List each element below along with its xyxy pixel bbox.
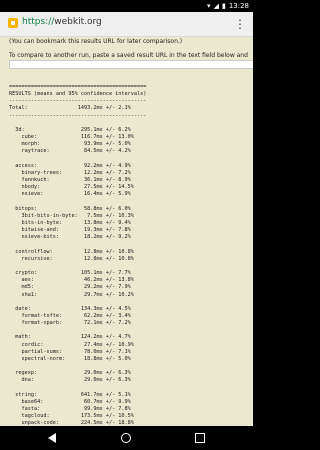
wifi-icon: ▾ [207, 2, 211, 10]
results-line: fannkuch: 36.1ms +/- 8.9% [9, 177, 131, 184]
results-line: raytrace: 84.5ms +/- 4.2% [9, 148, 131, 155]
results-line: format-tofte: 62.2ms +/- 3.4% [9, 313, 131, 319]
results-line: format-xparb: 72.1ms +/- 7.2% [9, 320, 131, 327]
results-line: ----------------------------------------… [9, 98, 147, 105]
system-nav-bar [0, 426, 253, 450]
results-line: bitwise-and: 19.3ms +/- 7.8% [9, 227, 131, 234]
url-scheme: https:// [22, 17, 55, 27]
results-line: aes: 46.2ms +/- 13.8% [9, 277, 134, 284]
results-line: nbody: 27.5ms +/- 14.5% [9, 184, 134, 191]
results-line: ========================================… [9, 84, 147, 90]
battery-icon: ▮ [221, 2, 226, 10]
results-line: ----------------------------------------… [9, 112, 147, 119]
results-line: string: 641.7ms +/- 5.1% [9, 391, 131, 398]
results-line: cordic: 27.4ms +/- 10.9% [9, 341, 134, 348]
results-line: date: 134.3ms +/- 4.5% [9, 305, 131, 312]
recents-icon[interactable] [195, 433, 205, 443]
results-line: dna: 29.0ms +/- 6.3% [9, 377, 131, 384]
results-line: regexp: 29.0ms +/- 6.3% [9, 370, 131, 377]
status-icons: ▾ ◢ ▮ 13:28 [207, 1, 249, 11]
results-line: nsieve-bits: 18.2ms +/- 9.2% [9, 234, 131, 241]
results-line: binary-trees: 12.2ms +/- 7.2% [9, 169, 131, 176]
results-line: controlflow: 12.8ms +/- 10.8% [9, 248, 134, 255]
results-line: cube: 116.7ms +/- 13.0% [9, 134, 134, 141]
compare-prompt: To compare to another run, paste a saved… [9, 52, 248, 59]
results-line: fasta: 99.9ms +/- 7.8% [9, 406, 131, 413]
overflow-menu-icon[interactable]: ⋮ [233, 15, 247, 33]
home-icon[interactable] [121, 433, 131, 443]
results-line: base64: 60.7ms +/- 9.9% [9, 398, 131, 405]
results-line: bits-in-byte: 13.8ms +/- 9.4% [9, 219, 131, 226]
url-text[interactable]: https://webkit.org [22, 17, 102, 27]
compare-url-input[interactable] [9, 60, 253, 69]
browser-address-bar[interactable]: https://webkit.org ⋮ [0, 12, 253, 37]
results-line: access: 92.2ms +/- 4.9% [9, 162, 131, 169]
results-line: math: 124.2ms +/- 4.7% [9, 334, 131, 341]
results-line: crypto: 105.1ms +/- 7.7% [9, 270, 131, 277]
results-line: partial-sums: 78.0ms +/- 7.1% [9, 348, 131, 355]
results-line: md5: 29.2ms +/- 7.9% [9, 284, 131, 291]
bookmark-note: (You can bookmark this results URL for l… [9, 38, 183, 45]
results-line: 3d: 295.1ms +/- 6.2% [9, 126, 131, 133]
results-line: bitops: 58.8ms +/- 6.0% [9, 205, 131, 212]
results-line: 3bit-bits-in-byte: 7.5ms +/- 10.3% [9, 212, 134, 219]
status-time: 13:28 [228, 2, 249, 10]
status-bar: ▾ ◢ ▮ 13:28 [0, 0, 253, 12]
results-line: nsieve: 16.4ms +/- 5.9% [9, 191, 131, 198]
results-line: tagcloud: 173.5ms +/- 10.5% [9, 413, 134, 420]
page-content: (You can bookmark this results URL for l… [0, 37, 253, 426]
results-line: morph: 93.9ms +/- 5.0% [9, 141, 131, 148]
results-line: Total: 1493.2ms +/- 2.1% [9, 105, 131, 112]
results-text: ========================================… [9, 84, 146, 426]
signal-icon: ◢ [213, 2, 219, 10]
results-line: recursive: 12.8ms +/- 10.8% [9, 255, 134, 262]
results-line: RESULTS (means and 95% confidence interv… [9, 91, 147, 98]
lock-icon[interactable] [8, 18, 18, 28]
url-host: webkit.org [54, 17, 102, 27]
results-line: spectral-norm: 18.8ms +/- 5.0% [9, 355, 131, 362]
results-line: sha1: 29.7ms +/- 10.2% [9, 291, 134, 298]
back-icon[interactable] [48, 433, 56, 443]
